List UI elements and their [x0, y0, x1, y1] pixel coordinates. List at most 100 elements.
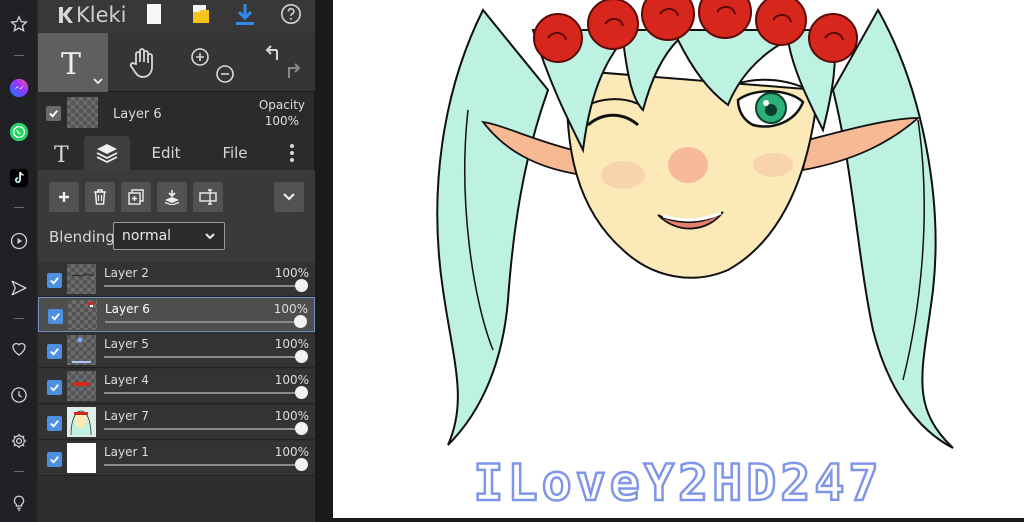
tab-layers[interactable] [84, 136, 130, 170]
messenger-icon[interactable] [8, 77, 30, 99]
opacity-value: 100% [264, 114, 299, 128]
hair-left-strands [436, 8, 550, 446]
layer-opacity: 100% [274, 373, 309, 387]
play-icon[interactable] [8, 230, 30, 252]
layer-visibility-checkbox[interactable] [47, 452, 62, 467]
opacity-slider-track[interactable] [104, 392, 304, 394]
star-icon[interactable] [8, 13, 30, 35]
layer-name: Layer 4 [104, 373, 149, 387]
duplicate-layer-button[interactable] [121, 182, 151, 212]
layer-thumbnail [67, 407, 96, 437]
add-layer-button[interactable] [49, 182, 79, 212]
layer-row[interactable]: Layer 2 100% [38, 262, 315, 297]
blending-mode-select[interactable]: normal [113, 222, 225, 250]
send-icon[interactable] [8, 277, 30, 299]
layer-opacity: 100% [274, 266, 309, 280]
duplicate-icon [128, 189, 144, 205]
layer-options-toggle[interactable] [274, 182, 304, 212]
layer-visibility-checkbox[interactable] [47, 416, 62, 431]
layer-visibility-checkbox[interactable] [48, 309, 63, 324]
opacity-slider-track[interactable] [104, 285, 304, 287]
more-menu-button[interactable] [282, 136, 302, 170]
check-icon [49, 110, 58, 118]
whatsapp-icon[interactable] [8, 121, 30, 143]
merge-down-button[interactable] [157, 182, 187, 212]
tiktok-icon[interactable] [8, 167, 30, 189]
gear-icon[interactable] [8, 430, 30, 452]
heart-icon[interactable] [8, 338, 30, 360]
opacity-slider-handle[interactable] [294, 315, 307, 328]
check-icon [51, 313, 60, 321]
layer-thumbnail [67, 371, 96, 401]
layer-thumbnail [68, 300, 97, 330]
rename-layer-button[interactable] [193, 182, 223, 212]
clock-icon[interactable] [8, 384, 30, 406]
opacity-slider-track[interactable] [104, 464, 304, 466]
current-layer-info: Layer 6 Opacity 100% [38, 92, 315, 136]
check-icon [50, 456, 59, 464]
text-settings-icon: T [54, 143, 69, 166]
save-button[interactable] [232, 0, 258, 28]
layer-row[interactable]: Layer 5 100% [38, 333, 315, 368]
blending-label: Blending [49, 228, 115, 246]
layer-row-selected[interactable]: Layer 6 100% [38, 297, 315, 332]
hand-icon [129, 47, 153, 78]
layer-visibility-checkbox[interactable] [47, 380, 62, 395]
zoom-in-icon [191, 47, 209, 66]
current-layer-checkbox[interactable] [46, 106, 61, 121]
text-tool-button[interactable]: T [38, 33, 108, 92]
opacity-slider-track[interactable] [104, 428, 304, 430]
kleki-logo[interactable]: Kleki [56, 2, 127, 28]
hand-tool-button[interactable] [110, 33, 176, 92]
opacity-slider-track[interactable] [104, 356, 304, 358]
tab-file-label: File [222, 144, 248, 162]
current-layer-thumbnail [67, 97, 98, 128]
chevron-down-icon [283, 193, 295, 201]
opacity-slider-handle[interactable] [295, 458, 308, 471]
opacity-slider-handle[interactable] [295, 386, 308, 399]
opacity-slider-track[interactable] [105, 321, 303, 323]
canvas-area: ILoveY2HD247 [316, 0, 1024, 522]
layer-visibility-checkbox[interactable] [47, 344, 62, 359]
current-layer-name: Layer 6 [113, 107, 162, 122]
layer-opacity: 100% [274, 445, 309, 459]
drawing-canvas[interactable]: ILoveY2HD247 [333, 0, 1024, 518]
check-icon [50, 420, 59, 428]
tab-file[interactable]: File [214, 136, 256, 170]
layer-row[interactable]: Layer 7 100% [38, 405, 315, 440]
artwork-signature-text: ILoveY2HD247 [473, 454, 882, 512]
layer-visibility-checkbox[interactable] [47, 273, 62, 288]
tab-tool-settings[interactable]: T [48, 136, 78, 170]
opacity-slider-handle[interactable] [295, 350, 308, 363]
tab-edit[interactable]: Edit [142, 136, 190, 170]
layer-opacity: 100% [274, 337, 309, 351]
layer-opacity: 100% [273, 302, 308, 316]
sidebar-separator [14, 207, 24, 208]
download-icon [236, 4, 254, 25]
sidebar-separator [14, 55, 24, 56]
help-icon [281, 4, 301, 24]
opacity-slider-handle[interactable] [295, 279, 308, 292]
layer-name: Layer 7 [104, 409, 149, 423]
help-button[interactable] [278, 0, 304, 28]
open-file-button[interactable] [188, 0, 214, 28]
new-image-button[interactable] [142, 0, 166, 28]
opacity-slider-handle[interactable] [295, 422, 308, 435]
folder-icon [193, 5, 209, 23]
rename-icon [199, 189, 217, 205]
layer-opacity: 100% [274, 409, 309, 423]
layer-name: Layer 2 [104, 266, 149, 280]
layer-thumbnail [67, 335, 96, 365]
layers-icon [96, 144, 118, 164]
more-vertical-icon [290, 144, 294, 162]
top-bar: Kleki [38, 0, 315, 33]
browser-sidebar [0, 0, 38, 522]
layer-row[interactable]: Layer 1 100% [38, 441, 315, 476]
text-tool-icon: T [61, 47, 103, 84]
layer-row[interactable]: Layer 4 100% [38, 369, 315, 404]
layer-name: Layer 1 [104, 445, 149, 459]
delete-layer-button[interactable] [85, 182, 115, 212]
check-icon [50, 384, 59, 392]
new-file-icon [147, 4, 161, 24]
lightbulb-icon[interactable] [8, 492, 30, 514]
